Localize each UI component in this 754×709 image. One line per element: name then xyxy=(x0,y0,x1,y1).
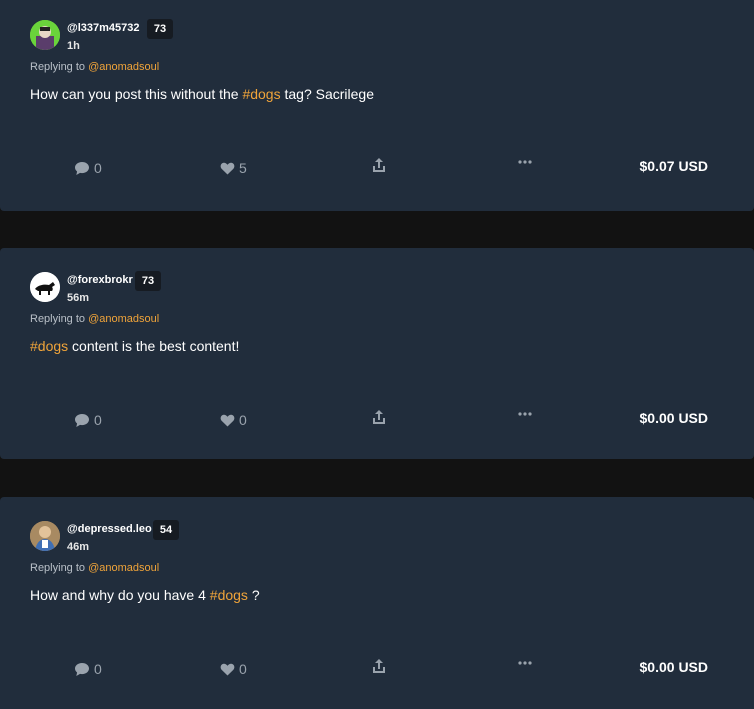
author-name[interactable]: @forexbrokr xyxy=(67,274,133,286)
like-button[interactable]: 0 xyxy=(220,412,247,428)
share-button[interactable] xyxy=(372,409,386,425)
comment-count: 0 xyxy=(94,160,102,176)
like-button[interactable]: 0 xyxy=(220,661,247,677)
more-dots-icon xyxy=(518,160,532,164)
comment-icon xyxy=(75,161,89,175)
share-icon xyxy=(373,659,385,673)
avatar[interactable] xyxy=(30,521,60,551)
author-name[interactable]: @depressed.leo xyxy=(67,523,152,535)
avatar-image xyxy=(30,20,60,50)
reputation-badge: 73 xyxy=(135,271,161,291)
replying-to: Replying to @anomadsoul xyxy=(30,61,159,73)
like-count: 5 xyxy=(239,160,247,176)
replying-to: Replying to @anomadsoul xyxy=(30,562,159,574)
more-dots-icon xyxy=(518,412,532,416)
avatar-image xyxy=(30,521,60,551)
post-body: How and why do you have 4 #dogs ? xyxy=(30,587,260,603)
body-text: How and why do you have 4 xyxy=(30,587,210,603)
avatar-image xyxy=(30,272,60,302)
body-text: tag? Sacrilege xyxy=(280,86,375,102)
comment-button[interactable]: 0 xyxy=(74,661,102,677)
author-name[interactable]: @l337m45732 xyxy=(67,22,140,34)
post-body: #dogs content is the best content! xyxy=(30,338,239,354)
replying-handle-link[interactable]: @anomadsoul xyxy=(88,562,159,574)
reputation-badge: 73 xyxy=(147,19,173,39)
hashtag-link[interactable]: #dogs xyxy=(210,587,248,603)
hashtag-link[interactable]: #dogs xyxy=(242,86,280,102)
comment-icon xyxy=(75,413,89,427)
more-options-button[interactable] xyxy=(518,412,532,416)
share-icon xyxy=(373,158,385,172)
heart-icon xyxy=(220,414,235,427)
reply-card: @forexbrokr 73 56m Replying to @anomadso… xyxy=(0,248,754,459)
comment-count: 0 xyxy=(94,412,102,428)
more-options-button[interactable] xyxy=(518,160,532,164)
share-button[interactable] xyxy=(372,658,386,674)
comment-count: 0 xyxy=(94,661,102,677)
post-body: How can you post this without the #dogs … xyxy=(30,86,374,102)
avatar[interactable] xyxy=(30,20,60,50)
body-text: ? xyxy=(247,587,260,603)
reply-feed: @l337m45732 73 1h Replying to @anomadsou… xyxy=(0,0,754,709)
heart-icon xyxy=(220,162,235,175)
replying-to: Replying to @anomadsoul xyxy=(30,313,159,325)
payout-value[interactable]: $0.00 USD xyxy=(640,659,708,675)
share-icon xyxy=(373,410,385,424)
replying-label: Replying to xyxy=(30,61,86,73)
payout-value[interactable]: $0.00 USD xyxy=(640,410,708,426)
replying-label: Replying to xyxy=(30,313,86,325)
post-time[interactable]: 46m xyxy=(67,541,89,553)
comment-icon xyxy=(75,662,89,676)
replying-handle-link[interactable]: @anomadsoul xyxy=(88,61,159,73)
like-count: 0 xyxy=(239,412,247,428)
like-count: 0 xyxy=(239,661,247,677)
reply-card: @l337m45732 73 1h Replying to @anomadsou… xyxy=(0,0,754,211)
share-button[interactable] xyxy=(372,157,386,173)
more-options-button[interactable] xyxy=(518,661,532,665)
replying-label: Replying to xyxy=(30,562,86,574)
body-text: content is the best content! xyxy=(68,338,240,354)
like-button[interactable]: 5 xyxy=(220,160,247,176)
more-dots-icon xyxy=(518,661,532,665)
reply-card: @depressed.leo 54 46m Replying to @anoma… xyxy=(0,497,754,709)
post-time[interactable]: 56m xyxy=(67,292,89,304)
reputation-badge: 54 xyxy=(153,520,179,540)
payout-value[interactable]: $0.07 USD xyxy=(640,158,708,174)
post-time[interactable]: 1h xyxy=(67,40,80,52)
comment-button[interactable]: 0 xyxy=(74,412,102,428)
replying-handle-link[interactable]: @anomadsoul xyxy=(88,313,159,325)
hashtag-link[interactable]: #dogs xyxy=(30,338,68,354)
heart-icon xyxy=(220,663,235,676)
comment-button[interactable]: 0 xyxy=(74,160,102,176)
body-text: How can you post this without the xyxy=(30,86,243,102)
avatar[interactable] xyxy=(30,272,60,302)
